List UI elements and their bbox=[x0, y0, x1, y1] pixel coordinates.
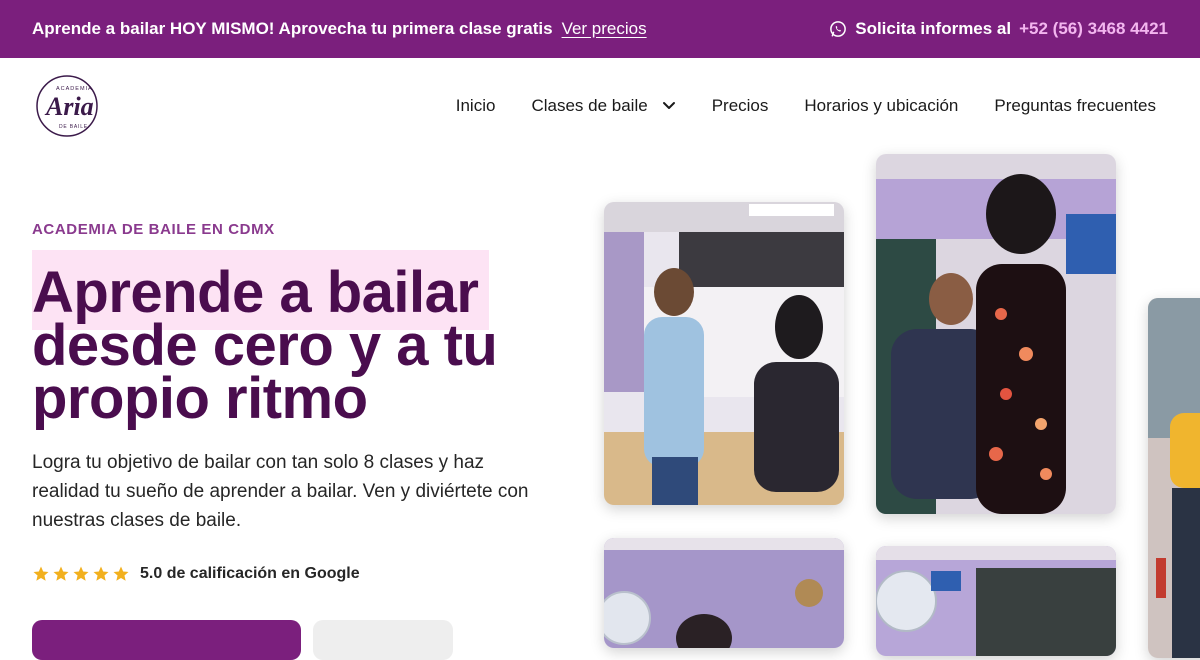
gallery-photo-group bbox=[604, 538, 844, 648]
contact-text: Solicita informes al bbox=[855, 19, 1012, 38]
phone-number[interactable]: +52 (56) 3468 4421 bbox=[1019, 19, 1168, 39]
gallery-photo-couple bbox=[604, 202, 844, 505]
nav-item-precios[interactable]: Precios bbox=[712, 96, 769, 116]
chevron-down-icon bbox=[662, 102, 675, 109]
view-prices-link[interactable]: Ver precios bbox=[562, 19, 647, 39]
nav-item-inicio[interactable]: Inicio bbox=[456, 96, 496, 116]
hero-subtext: Logra tu objetivo de bailar con tan solo… bbox=[32, 452, 529, 531]
academy-logo[interactable]: ACADEMIA Aria DE BAILE bbox=[34, 73, 100, 139]
star-icon bbox=[33, 566, 49, 581]
nav-item-clases[interactable]: Clases de baile bbox=[531, 96, 675, 116]
nav-label: Inicio bbox=[455, 96, 496, 115]
rating-text: 5.0 de calificación en Google bbox=[140, 565, 360, 582]
headline-line: propio ritmo bbox=[32, 366, 368, 431]
star-icon bbox=[53, 566, 69, 581]
hero-eyebrow: ACADEMIA DE BAILE EN CDMX bbox=[32, 221, 275, 238]
star-icon bbox=[73, 566, 89, 581]
main-nav: Inicio Clases de baile Precios Horarios … bbox=[456, 96, 1156, 116]
promo-bar: Aprende a bailar HOY MISMO! Aprovecha tu… bbox=[0, 0, 1200, 58]
secondary-cta-button[interactable] bbox=[313, 620, 453, 660]
google-rating: 5.0 de calificación en Google bbox=[32, 565, 360, 583]
hero-headline: Aprende a bailar desde cero y a tu propi… bbox=[32, 264, 572, 428]
star-icon bbox=[113, 566, 129, 581]
logo-mark: ACADEMIA Aria DE BAILE bbox=[36, 75, 98, 137]
logo-bottom-text: DE BAILE bbox=[59, 124, 88, 130]
gallery-photo-spin bbox=[876, 154, 1116, 514]
promo-message: Aprende a bailar HOY MISMO! Aprovecha tu… bbox=[32, 19, 647, 39]
rating-stars bbox=[32, 565, 130, 583]
nav-item-faq[interactable]: Preguntas frecuentes bbox=[994, 96, 1156, 116]
nav-label: Horarios y ubicación bbox=[804, 96, 959, 115]
nav-label: Precios bbox=[711, 96, 769, 115]
logo-main-text: Aria bbox=[44, 92, 94, 121]
nav-label: Preguntas frecuentes bbox=[994, 96, 1156, 115]
star-icon bbox=[93, 566, 109, 581]
gallery-photo-student bbox=[1148, 298, 1200, 658]
contact-info[interactable]: Solicita informes al +52 (56) 3468 4421 bbox=[829, 19, 1168, 39]
nav-item-horarios[interactable]: Horarios y ubicación bbox=[804, 96, 958, 116]
primary-cta-button[interactable] bbox=[32, 620, 301, 660]
site-header: ACADEMIA Aria DE BAILE Inicio Clases de … bbox=[0, 58, 1200, 154]
promo-text: Aprende a bailar HOY MISMO! Aprovecha tu… bbox=[32, 19, 553, 38]
gallery-photo-studio bbox=[876, 546, 1116, 656]
whatsapp-icon bbox=[830, 21, 847, 37]
nav-label: Clases de baile bbox=[531, 96, 648, 115]
